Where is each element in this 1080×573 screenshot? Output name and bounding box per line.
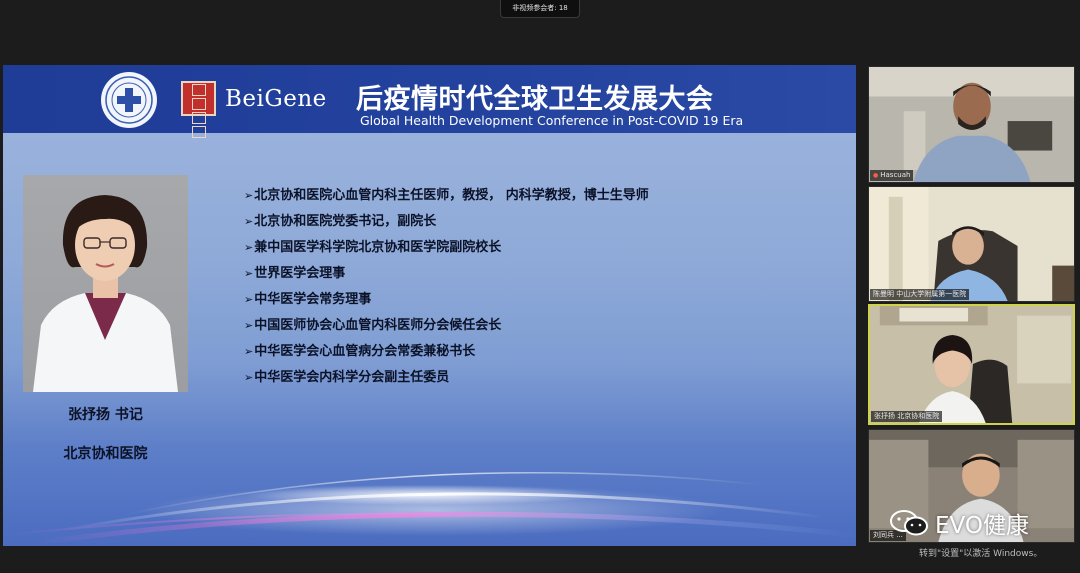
muted-mic-icon: ● <box>873 172 879 179</box>
credential-item: ➢中华医学会常务理事 <box>244 292 372 307</box>
conference-title-en: Global Health Development Conference in … <box>360 113 744 128</box>
arrow-bullet-icon: ➢ <box>244 267 254 280</box>
arrow-bullet-icon: ➢ <box>244 215 254 228</box>
conference-title-cn: 后疫情时代全球卫生发展大会 <box>356 84 714 115</box>
credential-item: ➢中国医师协会心血管内科医师分会候任会长 <box>244 318 502 333</box>
shared-slide: BeiGene 后疫情时代全球卫生发展大会 Global Health Deve… <box>3 65 856 546</box>
chinese-seal-stamp-logo <box>181 81 216 138</box>
participant-video-feed <box>870 306 1073 423</box>
participant-video-tile[interactable]: ● Hascuah <box>868 66 1075 183</box>
active-speaker-video-tile[interactable]: 张抒扬 北京协和医院 <box>868 304 1075 425</box>
participant-video-feed <box>869 187 1074 301</box>
arrow-bullet-icon: ➢ <box>244 189 254 202</box>
participant-name-tag: ● Hascuah <box>870 170 914 181</box>
arrow-bullet-icon: ➢ <box>244 293 254 306</box>
speaker-credentials-list: ➢北京协和医院心血管内科主任医师，教授， 内科学教授，博士生导师 ➢北京协和医院… <box>244 186 649 394</box>
credential-item: ➢中华医学会心血管病分会常委兼秘书长 <box>244 344 476 359</box>
participant-name-tag: 张抒扬 北京协和医院 <box>871 411 943 422</box>
hospital-seal-logo <box>101 72 157 128</box>
windows-activation-notice: 转到"设置"以激活 Windows。 <box>919 549 1043 559</box>
evo-watermark: EVO健康 <box>890 506 1029 540</box>
credential-item: ➢北京协和医院心血管内科主任医师，教授， 内科学教授，博士生导师 <box>244 188 649 203</box>
speaker-portrait <box>23 175 188 392</box>
credential-item: ➢世界医学会理事 <box>244 266 346 281</box>
credential-item: ➢兼中国医学科学院北京协和医学院副院校长 <box>244 240 502 255</box>
arrow-bullet-icon: ➢ <box>244 319 254 332</box>
arrow-bullet-icon: ➢ <box>244 241 254 254</box>
participant-count-badge[interactable]: 非视频参会者: 18 <box>500 0 580 18</box>
credential-item: ➢北京协和医院党委书记，副院长 <box>244 214 437 229</box>
credential-item: ➢中华医学会内科学分会副主任委员 <box>244 370 450 385</box>
speaker-name: 张抒扬 书记 <box>68 407 143 423</box>
participant-video-tile[interactable]: 陈曼明 中山大学附属第一医院 <box>868 186 1075 302</box>
wechat-icon <box>890 510 928 536</box>
slide-header-banner: BeiGene 后疫情时代全球卫生发展大会 Global Health Deve… <box>3 65 856 138</box>
arrow-bullet-icon: ➢ <box>244 345 254 358</box>
brand-name: BeiGene <box>225 86 327 112</box>
speaker-organization: 北京协和医院 <box>63 446 148 462</box>
arrow-bullet-icon: ➢ <box>244 371 254 384</box>
participant-video-feed <box>869 67 1074 182</box>
participant-name-tag: 陈曼明 中山大学附属第一医院 <box>870 289 970 300</box>
